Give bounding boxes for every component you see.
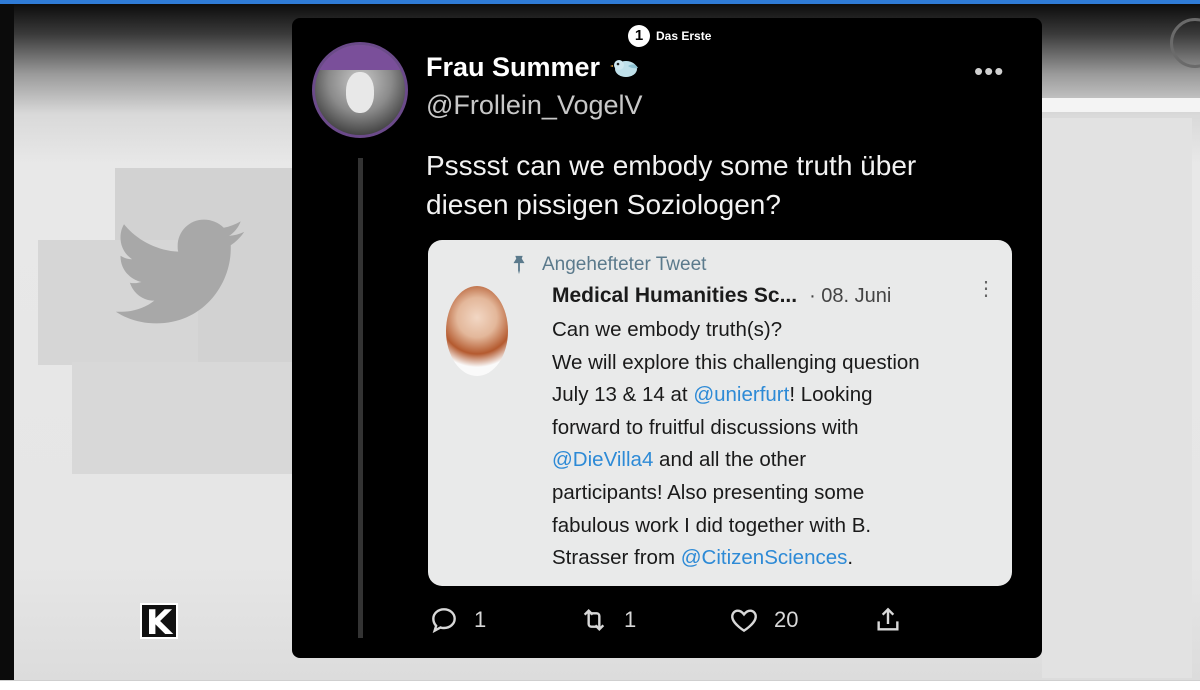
quoted-line: fabulous work I did together with B.: [552, 513, 872, 537]
background-panel: [72, 362, 294, 474]
quoted-line: July 13 & 14 at @unierfurt! Looking: [552, 383, 873, 407]
tweet-text-line: diesen pissigen Soziologen?: [426, 189, 781, 220]
reply-count: 1: [474, 607, 487, 632]
quoted-line: Can we embody truth(s)?: [552, 318, 783, 341]
quoted-line: @DieVilla4 and all the other: [552, 448, 807, 472]
twitter-bird-icon: [115, 219, 245, 324]
tweet-text-line: Psssst can we embody some truth über: [426, 150, 917, 181]
mention-link[interactable]: @CitizenSciences: [681, 546, 848, 569]
quoted-more-button[interactable]: ⋮: [976, 279, 996, 299]
quoted-author[interactable]: Medical Humanities Sc...: [552, 284, 797, 308]
k-logo: K: [140, 603, 178, 641]
thread-line: [358, 158, 363, 638]
background-panel: [1042, 118, 1192, 678]
quoted-line: Strasser from @CitizenSciences.: [552, 546, 854, 570]
das-erste-name: Das Erste: [656, 29, 712, 43]
quoted-date[interactable]: · 08. Juni: [809, 285, 891, 308]
display-name-text[interactable]: Frau Summer: [426, 52, 600, 83]
tweet-text: Psssst can we embody some truth über die…: [426, 146, 1006, 224]
das-erste-mark: 1: [628, 25, 650, 47]
quoted-avatar[interactable]: [446, 286, 508, 376]
quoted-line: forward to fruitful discussions with: [552, 415, 859, 439]
avatar[interactable]: [312, 42, 408, 138]
das-erste-logo: 1 Das Erste: [628, 24, 711, 48]
more-options-button[interactable]: •••: [974, 56, 1004, 87]
quoted-tweet[interactable]: Angehefteter Tweet Medical Humanities Sc…: [428, 240, 1012, 586]
display-name[interactable]: Frau Summer: [426, 52, 640, 83]
share-icon: [877, 607, 899, 631]
quoted-header: Medical Humanities Sc... · 08. Juni: [552, 284, 891, 308]
quoted-line: We will explore this challenging questio…: [552, 350, 920, 374]
mention-link[interactable]: @unierfurt: [693, 383, 789, 406]
pin-icon: [513, 255, 525, 275]
like-count: 20: [774, 607, 799, 632]
user-handle[interactable]: @Frollein_VogelV: [426, 90, 643, 121]
pinned-label: Angehefteter Tweet: [542, 254, 707, 275]
share-button[interactable]: [872, 604, 904, 636]
reply-button[interactable]: 1: [428, 604, 486, 636]
like-button[interactable]: 20: [728, 604, 798, 636]
pinned-row: Angehefteter Tweet: [508, 254, 706, 276]
tweet-card[interactable]: 1 Das Erste Frau Summer @Frollein_VogelV…: [292, 18, 1042, 658]
retweet-button[interactable]: 1: [578, 604, 636, 636]
action-bar: 1 1 20: [428, 604, 1008, 640]
quoted-body: Can we embody truth(s)? We will explore …: [552, 314, 1002, 575]
retweet-icon: [583, 608, 605, 632]
like-icon: [731, 609, 757, 633]
retweet-count: 1: [624, 607, 637, 632]
background-strip: [1042, 98, 1200, 112]
quoted-line: participants! Also presenting some: [552, 480, 865, 504]
bird-badge-icon: [610, 59, 639, 77]
background-left-edge: [0, 4, 14, 680]
mention-link[interactable]: @DieVilla4: [552, 448, 653, 471]
reply-icon: [432, 608, 456, 634]
